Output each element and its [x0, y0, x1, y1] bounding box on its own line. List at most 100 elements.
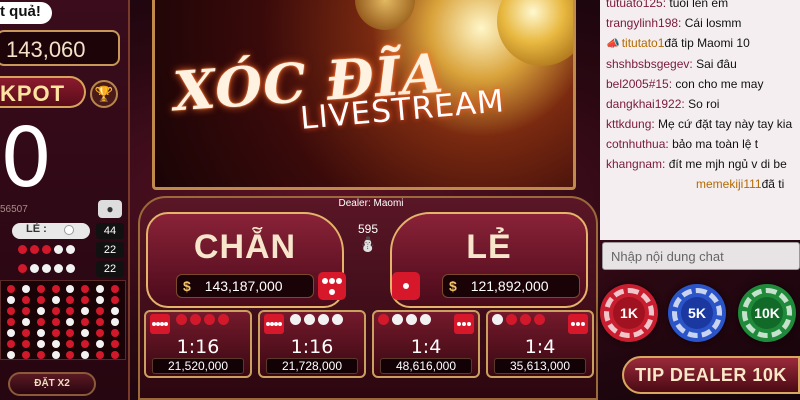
white-dot-icon — [7, 296, 16, 304]
currency-icon: $ — [449, 278, 457, 294]
chip-1k-button[interactable]: 1K — [600, 284, 658, 342]
jackpot-value: 0 — [0, 111, 53, 206]
red-dot-icon — [110, 340, 119, 348]
chat-text: đít me mjh ngủ v di be — [668, 157, 787, 171]
red-dot-icon — [66, 307, 75, 315]
white-dot-icon — [42, 264, 51, 273]
white-dot-icon — [110, 318, 119, 326]
red-dot-icon — [51, 307, 60, 315]
red-dot-icon — [36, 296, 45, 304]
white-dot-icon — [54, 264, 63, 273]
bet-four-white[interactable]: 1:16 21,728,000 — [258, 310, 366, 378]
chat-user: bel2005#15: — [606, 77, 673, 91]
chat-input[interactable] — [602, 242, 800, 270]
red-dot-icon — [95, 329, 104, 337]
chat-user: trangylinh198: — [606, 16, 682, 30]
roadmap-column — [94, 285, 107, 359]
bet-odds: 1:16 — [290, 336, 334, 358]
dice-icon — [150, 314, 170, 334]
chat-text: Sai đâu — [696, 57, 737, 71]
chat-message: dangkhai1922: So roi — [600, 95, 800, 115]
bet-four-red[interactable]: 1:16 21,520,000 — [144, 310, 252, 378]
chat-text: Mẹ cứ đặt tay này tay kia — [658, 117, 793, 131]
white-dot-icon — [66, 285, 75, 293]
white-dot-icon — [81, 307, 90, 315]
bet-three-white[interactable]: 1:4 48,616,000 — [372, 310, 480, 378]
red-dot-icon — [7, 307, 16, 315]
bet-chan-total: $ 143,187,000 — [176, 274, 314, 298]
white-dot-icon — [22, 285, 31, 293]
dot-pattern — [378, 314, 431, 325]
betting-table: Dealer: Maomi 595 ⛄ CHẴN $ 143,187,000 L… — [138, 196, 598, 400]
roadmap-column — [35, 285, 48, 359]
red-dot-icon — [110, 285, 119, 293]
red-dot-icon — [81, 340, 90, 348]
red-dot-icon — [18, 245, 27, 254]
bet-odds: 1:4 — [410, 336, 442, 358]
player-count: 595 ⛄ — [340, 218, 396, 276]
balance-display: 143,060 — [0, 30, 120, 66]
chat-tip-message: memekiji111đã ti — [600, 175, 800, 195]
white-dot-icon — [36, 307, 45, 315]
red-dot-icon — [30, 245, 39, 254]
white-dot-icon — [51, 296, 60, 304]
dealer-name: Dealer: Maomi — [338, 198, 404, 209]
white-dot-icon — [36, 340, 45, 348]
double-bet-button[interactable]: ĐẶT X2 — [8, 372, 96, 396]
dice-icon — [454, 314, 474, 334]
jackpot-label: KPOT — [0, 76, 86, 108]
white-dot-icon — [7, 329, 16, 337]
red-dot-icon — [66, 296, 75, 304]
red-dot-icon — [51, 329, 60, 337]
white-dot-icon — [51, 351, 60, 359]
dot-pattern — [176, 314, 229, 325]
bet-chan-area[interactable]: CHẴN $ 143,187,000 — [146, 212, 346, 308]
coin-graphic — [497, 0, 573, 66]
white-dot-icon — [110, 307, 119, 315]
chat-tip-message: 📣 titutato1đã tip Maomi 10 — [600, 34, 800, 55]
dot-pattern — [18, 264, 75, 273]
chip-label: 1K — [613, 297, 645, 329]
bet-amount: 21,728,000 — [266, 358, 358, 374]
red-dot-icon — [22, 296, 31, 304]
chat-message: khangnam: đít me mjh ngủ v di be — [600, 155, 800, 175]
bet-amount: 35,613,000 — [494, 358, 586, 374]
red-dot-icon — [110, 296, 119, 304]
dice-icon — [568, 314, 588, 334]
red-dot-icon — [51, 318, 60, 326]
coin-graphic — [355, 0, 415, 30]
bet-three-red[interactable]: 1:4 35,613,000 — [486, 310, 594, 378]
bet-chan-amount: 143,187,000 — [204, 278, 283, 294]
white-dot-icon — [81, 351, 90, 359]
left-panel: t quả! 143,060 KPOT 🏆 0 56507 ● LẺ : 44 … — [0, 0, 130, 400]
white-dot-icon — [7, 351, 16, 359]
player-count-value: 595 — [357, 222, 379, 236]
white-dot-icon — [30, 264, 39, 273]
chat-user: tutuato125: — [606, 0, 667, 10]
chat-user: dangkhai1922: — [606, 97, 685, 111]
chat-user: titutato1 — [621, 36, 665, 50]
bet-le-area[interactable]: LẺ $ 121,892,000 — [390, 212, 588, 308]
dot-pattern — [492, 314, 545, 325]
red-dot-icon — [22, 340, 31, 348]
white-dot-icon — [22, 318, 31, 326]
chip-5k-button[interactable]: 5K — [668, 284, 726, 342]
trophy-icon[interactable]: 🏆 — [90, 80, 118, 108]
chat-message: shshbsbsgegev: Sai đâu — [600, 55, 800, 75]
roadmap-column — [49, 285, 62, 359]
stats-row-le: LẺ : 44 — [0, 222, 126, 240]
white-dot-icon — [36, 329, 45, 337]
red-dot-icon — [36, 318, 45, 326]
bet-amount: 21,520,000 — [152, 358, 244, 374]
tip-dealer-button[interactable]: TIP DEALER 10K — [622, 356, 800, 394]
bet-odds: 1:4 — [524, 336, 556, 358]
roadmap-column — [79, 285, 92, 359]
toggle-icon[interactable]: ● — [98, 200, 122, 218]
chip-10k-button[interactable]: 10K — [738, 284, 796, 342]
red-dot-icon — [81, 296, 90, 304]
red-dot-icon — [81, 285, 90, 293]
chat-user: shshbsbsgegev: — [606, 57, 693, 71]
dice-one-icon — [392, 272, 420, 300]
red-dot-icon — [36, 351, 45, 359]
white-dot-icon — [95, 285, 104, 293]
